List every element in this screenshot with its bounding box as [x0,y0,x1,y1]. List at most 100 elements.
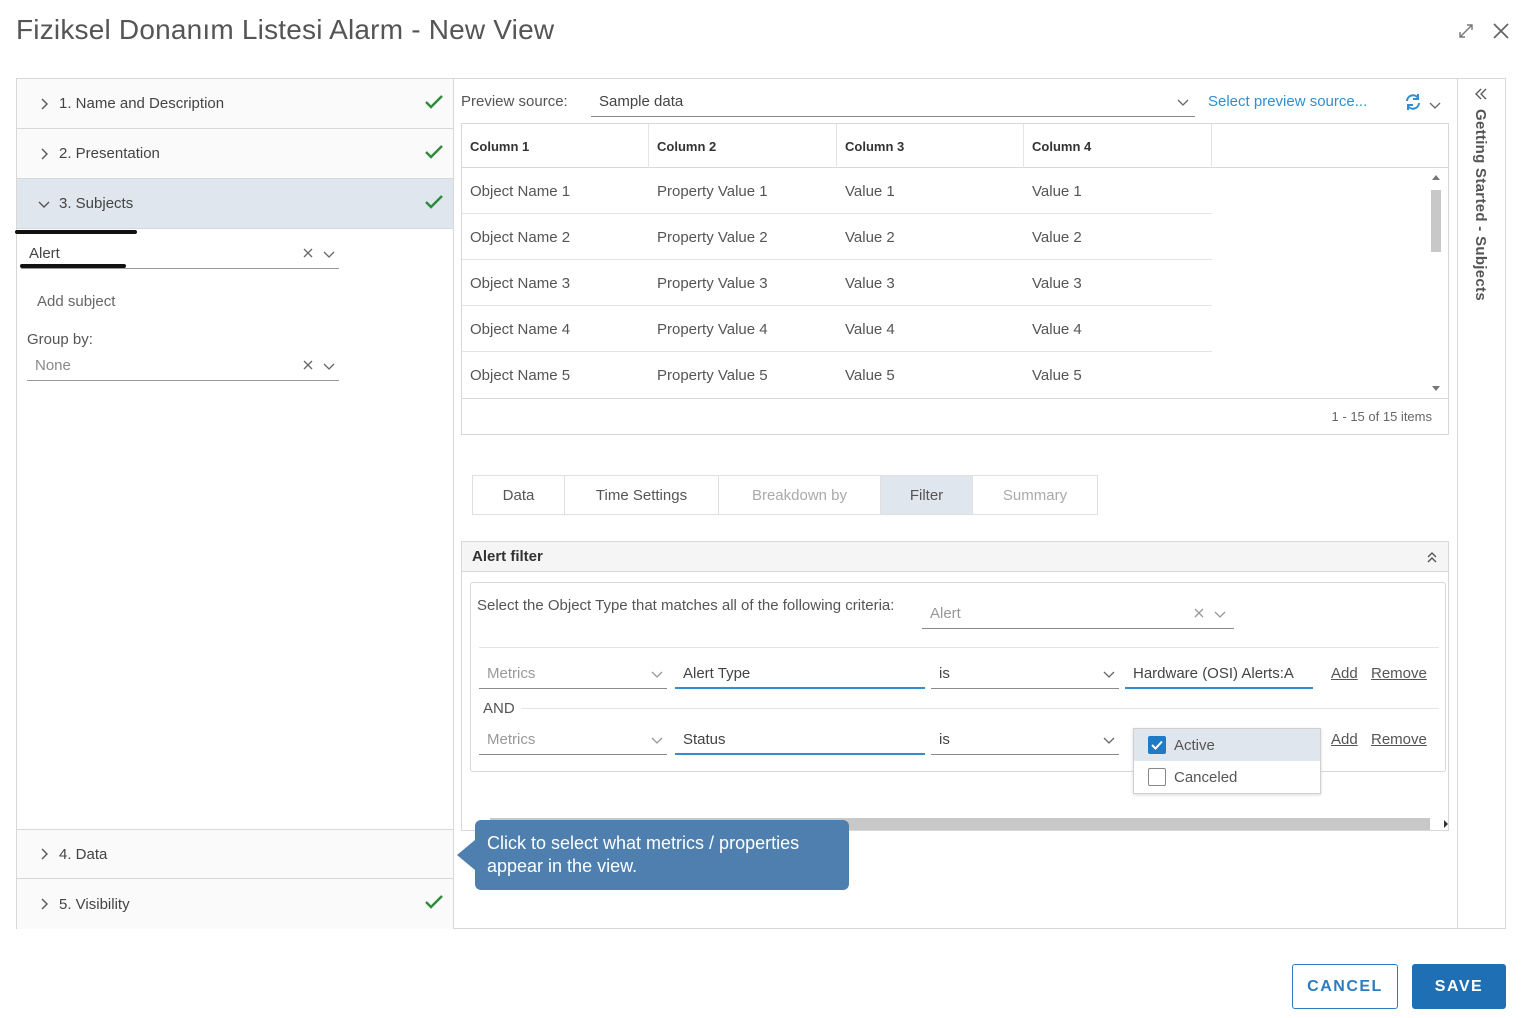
chevron-right-icon [37,847,51,861]
filter-value-input[interactable]: Hardware (OSI) Alerts:A [1125,659,1313,689]
chevron-down-icon [1103,665,1119,683]
wizard-step-data[interactable]: 4. Data [17,829,453,879]
step-label: 2. Presentation [59,145,160,162]
preview-grid: Column 1 Column 2 Column 3 Column 4 Obje… [461,123,1449,435]
group-by-select[interactable]: None [27,351,339,381]
operator-value: is [939,665,950,682]
metric-category-value: Metrics [487,731,536,748]
checkbox-checked-icon[interactable] [1148,736,1166,754]
save-button[interactable]: SAVE [1412,964,1506,1009]
operator-value: is [939,731,950,748]
wizard-step-subjects[interactable]: 3. Subjects [17,179,453,229]
pagination-text: 1 - 15 of 15 items [1331,409,1432,424]
checkmark-icon [425,194,443,215]
column-header[interactable]: Column 4 [1024,124,1212,168]
chevron-down-icon[interactable] [323,245,335,263]
metric-field-input[interactable]: Status [675,725,925,755]
chevron-down-icon [1103,731,1119,749]
add-criteria-link[interactable]: Add [1331,665,1358,682]
chevron-down-icon[interactable] [1214,605,1226,623]
wizard-step-presentation[interactable]: 2. Presentation [17,129,453,179]
table-cell: Property Value 1 [657,182,768,200]
tab-summary[interactable]: Summary [973,476,1097,514]
status-option-active[interactable]: Active [1134,729,1320,761]
tab-data[interactable]: Data [473,476,565,514]
double-chevron-left-icon[interactable] [1474,87,1488,105]
step-label: 4. Data [59,845,108,863]
table-row[interactable]: Object Name 1 Property Value 1 Value 1 V… [462,168,1212,214]
chevron-down-icon [1177,93,1195,111]
cancel-button[interactable]: CANCEL [1292,964,1398,1009]
metric-field-input[interactable]: Alert Type [675,659,925,689]
collapse-up-icon[interactable] [1426,550,1438,567]
table-cell: Property Value 5 [657,366,768,384]
table-row[interactable]: Object Name 2 Property Value 2 Value 2 V… [462,214,1212,260]
checkbox-icon[interactable] [1148,768,1166,786]
expand-icon[interactable] [1458,23,1474,39]
table-cell: Object Name 1 [470,182,571,200]
chevron-right-icon [37,897,51,911]
chevron-down-icon [651,665,667,683]
table-cell: Object Name 3 [470,274,571,292]
column-header[interactable]: Column 1 [462,124,649,168]
clear-icon[interactable] [303,245,313,263]
step-label: 1. Name and Description [59,95,225,112]
column-header[interactable]: Column 2 [649,124,837,168]
add-subject-link[interactable]: Add subject [37,293,115,310]
table-cell: Object Name 5 [470,366,571,384]
filter-value: Hardware (OSI) Alerts:A [1133,664,1294,682]
chevron-down-icon[interactable] [323,357,335,375]
preview-panel: Preview source: Sample data Select previ… [453,78,1458,929]
alert-filter-panel: Alert filter Select the Object Type that… [461,541,1449,831]
status-option-canceled[interactable]: Canceled [1134,761,1320,793]
table-cell: Property Value 4 [657,320,768,338]
operator-select[interactable]: is [931,659,1119,689]
table-row[interactable]: Object Name 5 Property Value 5 Value 5 V… [462,352,1212,398]
select-preview-source-link[interactable]: Select preview source... [1208,93,1367,110]
option-label: Active [1174,736,1215,754]
chevron-right-icon [37,147,51,161]
tab-breakdown-by[interactable]: Breakdown by [719,476,881,514]
wizard-step-visibility[interactable]: 5. Visibility [17,879,453,929]
group-by-label: Group by: [27,331,93,348]
grid-header: Column 1 Column 2 Column 3 Column 4 [462,124,1448,168]
getting-started-panel[interactable]: Getting Started - Subjects [1457,78,1506,929]
metric-field-value: Alert Type [683,664,751,682]
table-row[interactable]: Object Name 4 Property Value 4 Value 4 V… [462,306,1212,352]
preview-source-value: Sample data [599,93,684,110]
operator-select[interactable]: is [931,725,1119,755]
remove-criteria-link[interactable]: Remove [1371,665,1427,682]
checkmark-icon [425,894,443,915]
annotation-underline [15,230,137,234]
table-cell: Object Name 4 [470,320,571,338]
alert-filter-header[interactable]: Alert filter [462,542,1448,572]
remove-criteria-link[interactable]: Remove [1371,731,1427,748]
annotation-underline [20,264,126,268]
metric-category-select[interactable]: Metrics [479,659,667,689]
object-type-select[interactable]: Alert [922,599,1234,629]
close-icon[interactable] [1492,22,1510,40]
add-criteria-link[interactable]: Add [1331,731,1358,748]
subject-value: Alert [29,245,60,262]
and-operator-label: AND [483,700,515,717]
metric-category-value: Metrics [487,665,536,682]
metric-category-select[interactable]: Metrics [479,725,667,755]
refresh-icon[interactable] [1403,92,1423,117]
checkmark-icon [425,94,443,115]
tab-filter[interactable]: Filter [881,476,973,514]
group-by-value: None [35,357,71,374]
tab-time-settings[interactable]: Time Settings [565,476,719,514]
preview-source-select[interactable]: Sample data [591,87,1195,117]
clear-icon[interactable] [1194,605,1204,623]
scrollbar-thumb[interactable] [1431,190,1441,252]
wizard-panel: 1. Name and Description 2. Presentation … [15,78,454,929]
object-type-value: Alert [930,605,961,622]
clear-icon[interactable] [303,357,313,375]
chevron-right-icon [37,97,51,111]
wizard-step-name-description[interactable]: 1. Name and Description [17,79,453,129]
grid-vertical-scrollbar[interactable] [1428,170,1444,398]
table-cell: Value 3 [1032,274,1082,292]
chevron-down-icon[interactable] [1429,96,1441,114]
column-header[interactable]: Column 3 [837,124,1024,168]
table-row[interactable]: Object Name 3 Property Value 3 Value 3 V… [462,260,1212,306]
